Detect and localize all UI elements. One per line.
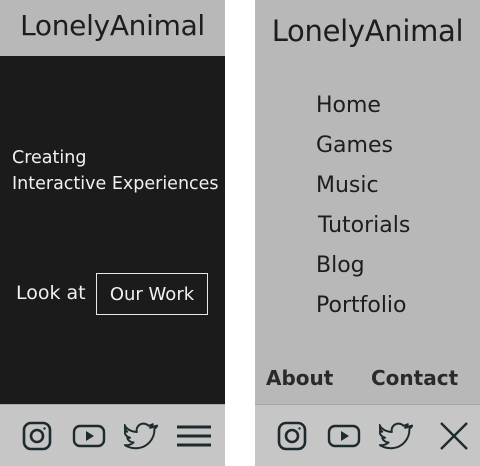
nav-item-blog[interactable]: Blog (316, 249, 410, 289)
tagline-line-2: Interactive Experiences (12, 174, 219, 194)
nav-item-home[interactable]: Home (316, 89, 410, 129)
footer-bar (0, 404, 225, 466)
site-logo[interactable]: LonelyAnimal (0, 9, 225, 42)
our-work-button[interactable]: Our Work (96, 273, 208, 315)
hamburger-menu-icon[interactable] (176, 419, 212, 453)
youtube-icon[interactable] (327, 419, 361, 453)
contact-link[interactable]: Contact (371, 366, 458, 390)
nav-item-games[interactable]: Games (316, 129, 410, 169)
tagline-line-1: Creating (12, 148, 87, 168)
instagram-icon[interactable] (275, 419, 309, 453)
home-screen: LonelyAnimal Creating Interactive Experi… (0, 0, 225, 466)
nav-item-portfolio[interactable]: Portfolio (316, 289, 410, 329)
footer-bar (255, 404, 480, 466)
menu-screen: LonelyAnimal Home Games Music Tutorials … (255, 0, 480, 466)
nav-menu: Home Games Music Tutorials Blog Portfoli… (316, 89, 410, 329)
instagram-icon[interactable] (20, 419, 54, 453)
twitter-icon[interactable] (124, 419, 158, 453)
hero-section: Creating Interactive Experiences Look at… (0, 56, 225, 404)
twitter-icon[interactable] (379, 419, 413, 453)
youtube-icon[interactable] (72, 419, 106, 453)
nav-item-tutorials[interactable]: Tutorials (316, 209, 410, 249)
site-logo[interactable]: LonelyAnimal (255, 14, 480, 48)
cta-prefix-text: Look at (16, 282, 86, 304)
about-link[interactable]: About (266, 366, 333, 390)
header: LonelyAnimal (0, 0, 225, 56)
tagline: Creating Interactive Experiences (12, 145, 219, 197)
nav-item-music[interactable]: Music (316, 169, 410, 209)
close-icon[interactable] (437, 419, 471, 453)
